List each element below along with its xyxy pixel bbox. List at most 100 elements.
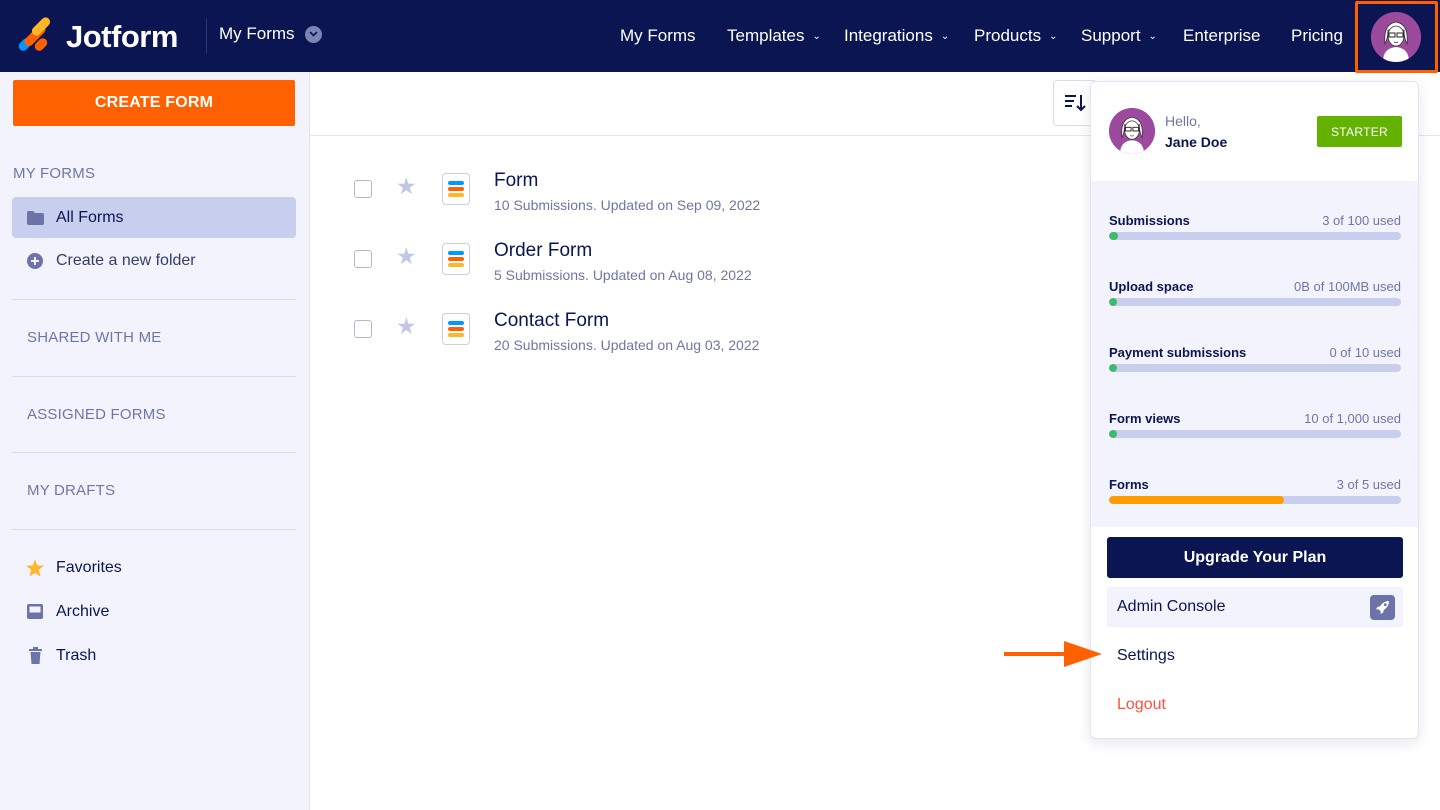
assigned-forms-heading[interactable]: ASSIGNED FORMS bbox=[27, 406, 166, 423]
sidebar-item-label: All Forms bbox=[56, 208, 124, 226]
nav-templates[interactable]: Templates ⌄ bbox=[727, 26, 821, 46]
shared-with-me-heading[interactable]: SHARED WITH ME bbox=[27, 329, 161, 346]
form-icon bbox=[442, 173, 470, 205]
usage-value: 10 of 1,000 used bbox=[1304, 411, 1401, 426]
star-icon bbox=[26, 558, 44, 577]
plan-badge[interactable]: STARTER bbox=[1317, 116, 1402, 147]
usage-bar bbox=[1109, 496, 1401, 504]
nav-products[interactable]: Products ⌄ bbox=[974, 26, 1057, 46]
usage-bar-fill bbox=[1109, 430, 1117, 438]
favorite-star-icon[interactable]: ★ bbox=[396, 245, 417, 268]
sidebar-divider bbox=[12, 299, 296, 300]
logout-link[interactable]: Logout bbox=[1117, 696, 1166, 714]
sidebar-divider bbox=[12, 529, 296, 530]
admin-console-link[interactable]: Admin Console bbox=[1107, 587, 1403, 627]
plus-circle-icon bbox=[26, 252, 44, 270]
nav-integrations[interactable]: Integrations ⌄ bbox=[844, 26, 949, 46]
user-name: Jane Doe bbox=[1165, 134, 1228, 150]
sidebar-item-favorites[interactable]: Favorites bbox=[12, 547, 296, 588]
avatar-illustration bbox=[1371, 12, 1421, 62]
folder-icon bbox=[26, 209, 44, 227]
usage-section: Submissions 3 of 100 used Upload space 0… bbox=[1091, 181, 1418, 527]
usage-value: 3 of 100 used bbox=[1322, 213, 1401, 228]
nav-pricing-label: Pricing bbox=[1291, 26, 1343, 45]
nav-integrations-label: Integrations bbox=[844, 26, 933, 45]
nav-templates-label: Templates bbox=[727, 26, 805, 45]
form-select-checkbox[interactable] bbox=[354, 320, 372, 338]
form-meta: 20 Submissions. Updated on Aug 03, 2022 bbox=[494, 337, 760, 353]
form-select-checkbox[interactable] bbox=[354, 180, 372, 198]
usage-value: 0 of 10 used bbox=[1329, 345, 1401, 360]
sidebar-item-trash[interactable]: Trash bbox=[12, 635, 296, 676]
usage-bar-fill bbox=[1109, 364, 1117, 372]
admin-console-label: Admin Console bbox=[1117, 598, 1226, 615]
context-dropdown-label: My Forms bbox=[219, 24, 295, 43]
usage-label: Upload space bbox=[1109, 279, 1194, 294]
sidebar-item-create-folder[interactable]: Create a new folder bbox=[12, 240, 296, 281]
caret-down-icon: ⌄ bbox=[940, 30, 950, 42]
nav-my-forms-label: My Forms bbox=[620, 26, 696, 45]
settings-link[interactable]: Settings bbox=[1117, 647, 1175, 665]
context-dropdown[interactable]: My Forms bbox=[219, 24, 322, 44]
form-icon bbox=[442, 313, 470, 345]
usage-value: 3 of 5 used bbox=[1336, 477, 1401, 492]
usage-label: Payment submissions bbox=[1109, 345, 1247, 360]
usage-bar-fill bbox=[1109, 496, 1285, 504]
favorite-star-icon[interactable]: ★ bbox=[396, 175, 417, 198]
nav-enterprise-label: Enterprise bbox=[1183, 26, 1261, 45]
sidebar-item-all-forms[interactable]: All Forms bbox=[12, 197, 296, 238]
form-title[interactable]: Form bbox=[494, 170, 538, 192]
caret-down-icon: ⌄ bbox=[1148, 30, 1157, 42]
sidebar: CREATE FORM MY FORMS All Forms Create a … bbox=[0, 72, 310, 810]
usage-bar bbox=[1109, 232, 1401, 240]
archive-icon bbox=[26, 603, 44, 621]
nav-enterprise[interactable]: Enterprise bbox=[1183, 26, 1260, 46]
caret-down-icon: ⌄ bbox=[812, 30, 821, 42]
sidebar-item-label: Create a new folder bbox=[56, 251, 196, 269]
user-avatar bbox=[1109, 108, 1155, 154]
usage-label: Forms bbox=[1109, 477, 1149, 492]
form-list-item[interactable]: ★ Contact Form 20 Submissions. Updated o… bbox=[354, 310, 1054, 370]
usage-bar bbox=[1109, 364, 1401, 372]
arrow-annotation-icon bbox=[1004, 641, 1102, 667]
sidebar-item-label: Trash bbox=[56, 646, 97, 664]
create-form-button[interactable]: CREATE FORM bbox=[13, 80, 295, 126]
account-avatar-highlight[interactable] bbox=[1355, 1, 1438, 73]
nav-products-label: Products bbox=[974, 26, 1042, 45]
favorite-star-icon[interactable]: ★ bbox=[396, 315, 417, 338]
form-list-item[interactable]: ★ Order Form 5 Submissions. Updated on A… bbox=[354, 240, 1054, 300]
usage-value: 0B of 100MB used bbox=[1294, 279, 1401, 294]
form-meta: 10 Submissions. Updated on Sep 09, 2022 bbox=[494, 197, 761, 213]
my-drafts-heading[interactable]: MY DRAFTS bbox=[27, 482, 115, 499]
sidebar-divider bbox=[12, 376, 296, 377]
nav-my-forms[interactable]: My Forms bbox=[620, 26, 696, 46]
my-forms-heading[interactable]: MY FORMS bbox=[13, 165, 95, 182]
form-icon bbox=[442, 243, 470, 275]
nav-pricing[interactable]: Pricing bbox=[1291, 26, 1343, 46]
avatar-illustration bbox=[1109, 108, 1155, 154]
form-title[interactable]: Order Form bbox=[494, 240, 592, 262]
upgrade-plan-button[interactable]: Upgrade Your Plan bbox=[1107, 537, 1403, 578]
usage-bar bbox=[1109, 430, 1401, 438]
sidebar-item-label: Favorites bbox=[56, 558, 122, 576]
header-divider bbox=[206, 18, 207, 54]
sidebar-item-label: Archive bbox=[56, 602, 110, 620]
nav-support[interactable]: Support ⌄ bbox=[1081, 26, 1157, 46]
usage-bar bbox=[1109, 298, 1401, 306]
account-header: Hello, Jane Doe STARTER bbox=[1091, 82, 1418, 181]
rocket-icon bbox=[1370, 595, 1395, 620]
sidebar-divider bbox=[12, 452, 296, 453]
usage-label: Submissions bbox=[1109, 213, 1190, 228]
jotform-logo-icon bbox=[16, 15, 52, 54]
form-meta: 5 Submissions. Updated on Aug 08, 2022 bbox=[494, 267, 752, 283]
greeting: Hello, bbox=[1165, 113, 1201, 129]
jotform-logo[interactable]: Jotform bbox=[16, 15, 178, 55]
nav-support-label: Support bbox=[1081, 26, 1141, 45]
form-select-checkbox[interactable] bbox=[354, 250, 372, 268]
form-list-item[interactable]: ★ Form 10 Submissions. Updated on Sep 09… bbox=[354, 170, 1054, 230]
sidebar-item-archive[interactable]: Archive bbox=[12, 591, 296, 632]
trash-icon bbox=[26, 647, 44, 665]
form-title[interactable]: Contact Form bbox=[494, 310, 609, 332]
chevron-down-icon bbox=[304, 25, 322, 43]
usage-bar-fill bbox=[1109, 232, 1118, 240]
